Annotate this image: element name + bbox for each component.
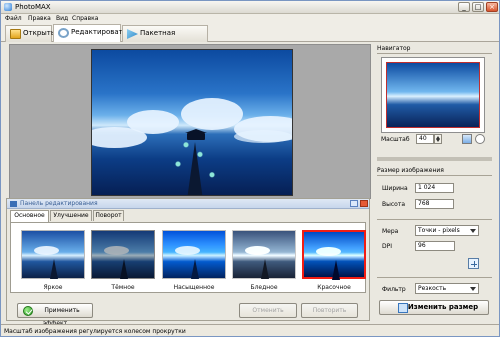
tab-enhance[interactable]: Улучшение [50, 210, 92, 221]
app-icon [4, 3, 12, 11]
effect-pale-thumb[interactable] [232, 230, 296, 279]
panel-icon [10, 201, 17, 207]
minimize-button[interactable]: _ [458, 2, 470, 12]
navigator-title: Навигатор [377, 45, 411, 52]
resize-separator [377, 175, 492, 176]
status-text: Масштаб изображения регулируется колесом… [4, 328, 186, 335]
resize-button[interactable]: Изменить размер [379, 300, 489, 315]
tab-open-label: Открыть [23, 29, 55, 37]
edit-icon [58, 28, 69, 38]
menu-help[interactable]: Справка [72, 15, 98, 23]
effect-pale-label: Бледное [250, 284, 278, 291]
effect-dark-label: Тёмное [111, 284, 135, 291]
editing-panel-title: Панель редактирования [20, 200, 98, 207]
effect-bright-thumb[interactable] [21, 230, 85, 279]
folder-icon [10, 29, 21, 39]
measure-select[interactable]: Точки - pixels [415, 225, 479, 236]
tab-basic[interactable]: Основное [10, 210, 49, 222]
aspect-ratio-icon[interactable] [468, 258, 479, 269]
tab-edit-label: Редактировать [71, 28, 127, 36]
panel-pin-button[interactable] [350, 200, 358, 207]
main-tabs: Открыть Редактировать Пакетная обработка [1, 24, 499, 52]
effect-colorful-label: Красочное [317, 284, 351, 291]
effect-dark-thumb[interactable] [91, 230, 155, 279]
effect-bright-label: Яркое [43, 284, 63, 291]
dpi-label: DPI [382, 243, 393, 250]
resize-icon [398, 303, 408, 313]
resize-title: Размер изображения [377, 167, 444, 174]
right-pane: Навигатор Масштаб 40 Размер изображения … [374, 44, 496, 323]
tab-batch[interactable]: Пакетная обработка [122, 25, 208, 52]
pane-divider [377, 157, 492, 161]
tab-rotate[interactable]: Поворот [93, 210, 124, 221]
effect-colorful-thumb[interactable] [302, 230, 366, 280]
photomax-window: PhotoMAX _ □ × Файл Правка Вид Справка О… [0, 0, 500, 337]
width-field[interactable]: 1 024 [415, 183, 454, 193]
navigator-thumbnail[interactable] [386, 62, 480, 128]
editing-panel: Панель редактирования Основное Улучшение… [6, 198, 370, 327]
menu-edit[interactable]: Правка [28, 15, 51, 23]
height-label: Высота [382, 201, 405, 208]
filter-separator [377, 277, 492, 278]
close-button[interactable]: × [486, 2, 498, 12]
measure-value: Точки - pixels [418, 227, 460, 234]
menu-bar: Файл Правка Вид Справка [1, 14, 499, 24]
menu-view[interactable]: Вид [56, 15, 68, 23]
apply-effect-button[interactable]: Применить эффект [17, 303, 93, 327]
navigator-preview[interactable] [381, 57, 485, 133]
batch-icon [127, 29, 138, 39]
chevron-down-icon [470, 287, 476, 291]
zoom-icon[interactable] [475, 134, 485, 144]
measure-separator [377, 219, 492, 220]
dpi-field[interactable]: 96 [415, 241, 455, 251]
tab-open[interactable]: Открыть [5, 25, 55, 42]
window-title: PhotoMAX [15, 3, 51, 11]
main-photo[interactable] [91, 49, 293, 196]
chevron-down-icon [470, 229, 476, 233]
effect-saturated-label: Насыщенное [173, 284, 215, 291]
check-icon [23, 306, 33, 316]
scale-field[interactable]: 40 [416, 134, 434, 144]
filter-select[interactable]: Резкость [415, 283, 479, 294]
effects-list: Яркое Тёмное Насыщенное Бледное Красочно… [10, 222, 366, 293]
repeat-effect-button[interactable]: Повторить [301, 303, 358, 318]
effect-saturated-thumb[interactable] [162, 230, 226, 279]
menu-file[interactable]: Файл [5, 15, 22, 23]
scale-spinner[interactable] [434, 134, 442, 144]
navigator-separator [377, 53, 492, 54]
fit-icon[interactable] [462, 134, 472, 144]
maximize-button[interactable]: □ [472, 2, 484, 12]
width-label: Ширина [382, 185, 408, 192]
panel-close-button[interactable] [360, 200, 368, 207]
filter-label: Фильтр [382, 286, 406, 293]
height-field[interactable]: 768 [415, 199, 454, 209]
tab-edit[interactable]: Редактировать [53, 24, 127, 42]
filter-value: Резкость [418, 285, 447, 292]
cancel-effect-button[interactable]: Отменить [239, 303, 297, 318]
measure-label: Мера [382, 228, 399, 235]
status-bar: Масштаб изображения регулируется колесом… [1, 324, 499, 336]
title-bar: PhotoMAX _ □ × [1, 1, 499, 14]
editing-panel-header: Панель редактирования [7, 199, 369, 209]
image-viewer[interactable] [9, 44, 371, 199]
scale-label: Масштаб [381, 136, 410, 143]
